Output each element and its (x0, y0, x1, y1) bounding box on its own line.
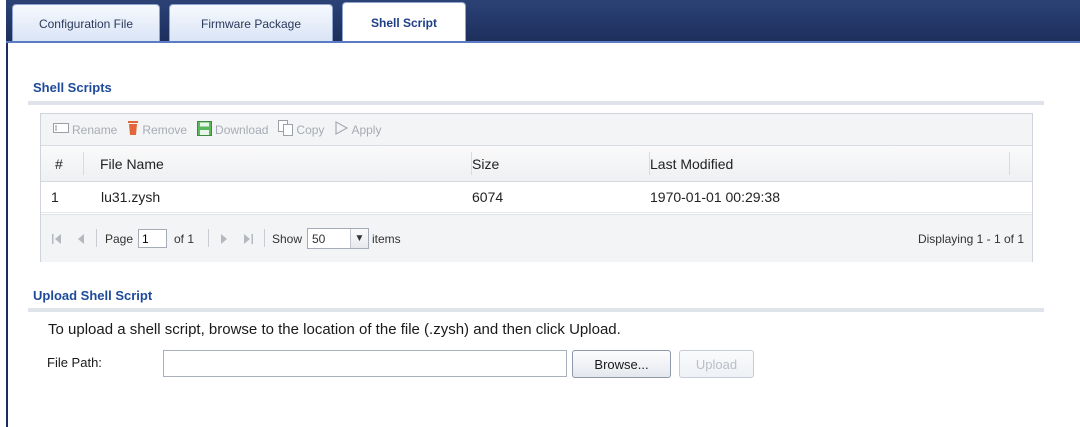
tab-firmware-package[interactable]: Firmware Package (169, 4, 333, 42)
chevron-down-icon[interactable]: ▼ (350, 229, 368, 248)
items-label: items (372, 231, 401, 246)
page-number-field[interactable] (138, 215, 167, 262)
file-path-input[interactable] (163, 350, 567, 377)
cell-file-name: lu31.zysh (101, 189, 161, 205)
play-icon (334, 120, 349, 138)
upload-instructions: To upload a shell script, browse to the … (48, 321, 621, 338)
pager-divider (264, 229, 265, 247)
apply-label: Apply (351, 122, 382, 137)
column-header-number[interactable]: # (41, 146, 84, 181)
copy-button[interactable]: Copy (278, 120, 324, 139)
cell-last-modified: 1970-01-01 00:29:38 (650, 189, 780, 205)
page-number-input[interactable] (138, 229, 167, 248)
table-header: # File Name Size Last Modified (41, 146, 1032, 182)
tab-bar: Configuration File Firmware Package Shel… (6, 0, 1080, 43)
save-icon (197, 120, 213, 139)
copy-label: Copy (296, 122, 325, 137)
column-header-file-name[interactable]: File Name (84, 146, 472, 181)
shell-scripts-table: Rename Remove Download Copy Apply # File… (40, 113, 1033, 262)
copy-icon (278, 120, 294, 139)
download-label: Download (215, 122, 269, 137)
pagination-bar: Page of 1 Show 50 ▼ items Displaying 1 -… (41, 214, 1032, 262)
column-header-last-modified[interactable]: Last Modified (650, 146, 1010, 181)
rename-button[interactable]: Rename (53, 122, 117, 137)
cell-size: 6074 (472, 189, 504, 205)
section-title-upload: Upload Shell Script (33, 288, 153, 303)
trash-icon (127, 120, 139, 139)
tab-shell-script[interactable]: Shell Script (342, 2, 466, 43)
table-toolbar: Rename Remove Download Copy Apply (41, 114, 1032, 146)
tab-label: Configuration File (38, 16, 134, 31)
section-divider (28, 101, 1044, 105)
previous-page-icon[interactable] (76, 215, 86, 262)
last-page-icon[interactable] (242, 215, 254, 262)
cell-number: 1 (51, 189, 59, 205)
tab-label: Firmware Package (200, 16, 302, 31)
tab-label: Shell Script (370, 16, 438, 30)
remove-label: Remove (142, 122, 188, 137)
section-divider (28, 308, 1044, 312)
items-per-page-value: 50 (312, 231, 326, 246)
rename-icon (53, 122, 69, 137)
table-row[interactable]: 1 lu31.zysh 6074 1970-01-01 00:29:38 (41, 182, 1032, 213)
pager-divider (96, 229, 97, 247)
file-path-label: File Path: (47, 355, 102, 370)
pager-divider (208, 229, 209, 247)
tab-configuration-file[interactable]: Configuration File (12, 4, 160, 42)
next-page-icon[interactable] (219, 215, 229, 262)
displaying-count: Displaying 1 - 1 of 1 (917, 231, 1024, 246)
download-button[interactable]: Download (197, 120, 269, 139)
column-header-size[interactable]: Size (472, 146, 650, 181)
show-label: Show (272, 231, 303, 246)
remove-button[interactable]: Remove (127, 120, 187, 139)
upload-button[interactable]: Upload (679, 350, 754, 378)
page-total-label: of 1 (174, 231, 195, 246)
items-per-page-select[interactable]: 50 ▼ (307, 215, 369, 262)
rename-label: Rename (72, 122, 118, 137)
first-page-icon[interactable] (51, 215, 63, 262)
page-label: Page (105, 231, 134, 246)
browse-button[interactable]: Browse... (572, 350, 671, 378)
section-title-shell-scripts: Shell Scripts (33, 80, 112, 95)
apply-button[interactable]: Apply (334, 120, 382, 138)
